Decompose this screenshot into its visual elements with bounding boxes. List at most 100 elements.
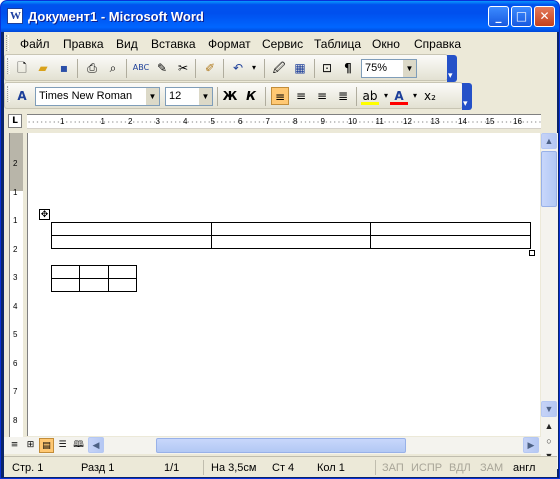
table-cell[interactable] <box>79 265 109 279</box>
ruler-number: 10 <box>348 117 357 126</box>
undo-dropdown-icon[interactable]: ▾ <box>245 59 263 77</box>
font-name-value: Times New Roman <box>39 90 133 102</box>
word-document-icon[interactable]: W <box>7 8 23 24</box>
ruler-number: 11 <box>375 117 384 126</box>
research-icon[interactable]: ✎ <box>153 59 171 77</box>
document-map-icon[interactable]: ⊡ <box>318 59 336 77</box>
justify-icon[interactable]: ≣ <box>334 87 352 105</box>
toolbar-grip[interactable] <box>7 58 10 74</box>
menu-file[interactable]: Файл <box>20 37 50 51</box>
ruler-number: 5 <box>13 330 18 339</box>
font-size-select[interactable]: 12 ▼ <box>165 87 213 106</box>
table-cell[interactable] <box>79 278 109 292</box>
align-right-icon[interactable]: ≡ <box>313 87 331 105</box>
align-left-icon[interactable]: ≡ <box>271 87 289 105</box>
select-browse-object-icon[interactable]: ○ <box>543 436 555 448</box>
vertical-scroll-thumb[interactable] <box>541 151 557 207</box>
format-painter-icon[interactable]: ✐ <box>201 59 219 77</box>
insert-table-icon[interactable]: ▦ <box>291 59 309 77</box>
menu-format[interactable]: Формат <box>208 37 251 51</box>
web-layout-view-icon[interactable]: ⊞ <box>23 438 38 453</box>
maximize-button[interactable]: □ <box>511 6 532 27</box>
table-cell[interactable] <box>370 222 531 236</box>
title-bar[interactable]: W Документ1 - Microsoft Word _ □ ✕ <box>1 1 559 32</box>
table-resize-handle[interactable] <box>529 250 535 256</box>
menu-edit[interactable]: Правка <box>63 37 104 51</box>
toolbar-grip[interactable] <box>7 86 10 102</box>
status-overtype[interactable]: ЗАМ <box>480 462 503 474</box>
save-icon[interactable]: ▪ <box>55 59 73 77</box>
new-document-icon[interactable]: 🗋 <box>13 59 31 77</box>
outline-view-icon[interactable]: ☰ <box>55 438 70 453</box>
chevron-down-icon[interactable]: ▼ <box>146 88 159 105</box>
scroll-left-icon[interactable]: ◀ <box>88 437 104 453</box>
table-cell[interactable] <box>50 265 81 279</box>
insert-hyperlink-icon[interactable]: 🖉 <box>270 59 288 77</box>
reading-layout-view-icon[interactable]: 🕮 <box>71 438 86 453</box>
table-cell[interactable] <box>107 278 138 292</box>
ruler-number: 3 <box>155 117 160 126</box>
vertical-scrollbar[interactable]: ▲ ▼ ▲ ○ ▼ <box>541 133 558 469</box>
italic-button[interactable]: К <box>242 87 260 105</box>
zoom-value: 75% <box>365 62 388 74</box>
table-move-handle-icon[interactable]: ✥ <box>39 209 50 220</box>
styles-icon[interactable]: A <box>13 87 31 105</box>
subscript-button[interactable]: x₂ <box>421 87 439 105</box>
close-button[interactable]: ✕ <box>534 6 555 27</box>
scroll-right-icon[interactable]: ▶ <box>523 437 539 453</box>
table-cell[interactable] <box>370 235 531 249</box>
tab-selector[interactable]: L <box>8 114 22 128</box>
horizontal-scroll-thumb[interactable] <box>156 438 406 453</box>
ruler-number: 1 <box>13 187 18 197</box>
status-track-changes[interactable]: ИСПР <box>411 462 442 474</box>
status-bar: Стр. 1 Разд 1 1/1 На 3,5см Ст 4 Кол 1 ЗА… <box>4 456 557 477</box>
show-formatting-icon[interactable]: ¶ <box>339 59 357 77</box>
scroll-down-icon[interactable]: ▼ <box>541 401 557 417</box>
ruler-number: 8 <box>293 117 298 126</box>
minimize-button[interactable]: _ <box>488 6 509 27</box>
document-page[interactable]: ✥ <box>27 133 540 436</box>
chevron-down-icon[interactable]: ▼ <box>403 60 416 77</box>
toolbar-options-button[interactable] <box>462 83 472 110</box>
print-preview-icon[interactable]: ⌕ <box>104 59 122 77</box>
toolbar-options-button[interactable] <box>447 55 457 82</box>
status-column: Кол 1 <box>317 462 345 474</box>
menu-view[interactable]: Вид <box>116 37 138 51</box>
table-cell[interactable] <box>51 235 212 249</box>
zoom-select[interactable]: 75% ▼ <box>361 59 417 78</box>
menu-help[interactable]: Справка <box>414 37 461 51</box>
previous-page-icon[interactable]: ▲ <box>543 421 555 433</box>
table-cell[interactable] <box>107 265 138 279</box>
table-cell[interactable] <box>210 235 372 249</box>
menu-window[interactable]: Окно <box>372 37 400 51</box>
big-table[interactable] <box>51 222 531 249</box>
table-cell[interactable] <box>51 222 212 236</box>
bold-button[interactable]: Ж <box>221 87 239 105</box>
horizontal-ruler[interactable]: 11234567891011121314151617 <box>27 114 541 129</box>
menu-grip[interactable] <box>6 35 9 51</box>
status-separator <box>375 460 376 475</box>
font-name-select[interactable]: Times New Roman ▼ <box>35 87 160 106</box>
status-extend[interactable]: ВДЛ <box>449 462 471 474</box>
open-folder-icon[interactable]: ▰ <box>34 59 52 77</box>
menu-insert[interactable]: Вставка <box>151 37 196 51</box>
cut-icon[interactable]: ✂ <box>174 59 192 77</box>
scroll-up-icon[interactable]: ▲ <box>541 133 557 149</box>
spelling-icon[interactable]: ABC <box>132 59 150 77</box>
print-icon[interactable]: ⎙ <box>83 59 101 77</box>
table-cell[interactable] <box>210 222 372 236</box>
horizontal-scrollbar-row: ≡ ⊞ ▤ ☰ 🕮 ◀ ▶ <box>4 437 541 454</box>
vertical-ruler[interactable]: 2 1 1 2 3 4 5 6 7 8 <box>9 133 23 445</box>
print-layout-view-icon[interactable]: ▤ <box>39 438 54 453</box>
ruler-number: 7 <box>13 387 18 396</box>
toolbar-separator <box>356 87 357 106</box>
table-cell[interactable] <box>50 278 81 292</box>
chevron-down-icon[interactable]: ▼ <box>199 88 212 105</box>
small-table[interactable] <box>50 265 138 292</box>
menu-table[interactable]: Таблица <box>314 37 361 51</box>
align-center-icon[interactable]: ≡ <box>292 87 310 105</box>
normal-view-icon[interactable]: ≡ <box>7 438 22 453</box>
ruler-number: 1 <box>60 117 65 126</box>
status-record[interactable]: ЗАП <box>382 462 404 474</box>
menu-tools[interactable]: Сервис <box>262 37 303 51</box>
